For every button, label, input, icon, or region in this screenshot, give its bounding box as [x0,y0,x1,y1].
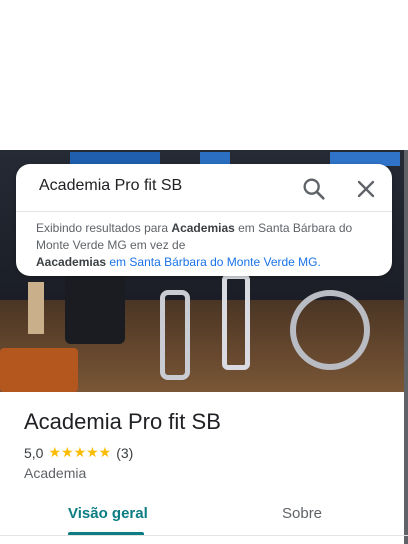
photo-weight-rack [65,274,125,344]
tab-overview[interactable]: Visão geral [68,505,148,522]
spelling-notice: Exibindo resultados para Academias em Sa… [36,220,376,271]
search-input[interactable]: Academia Pro fit SB [39,177,182,195]
place-category[interactable]: Academia [24,465,86,481]
photo-chair [0,348,78,392]
notice-term: Academias [171,221,235,235]
search-card: Academia Pro fit SB Exibindo resultados … [16,164,392,276]
search-bar: Academia Pro fit SB [16,164,392,212]
original-search-link[interactable]: Aacademias em Santa Bárbara do Monte Ver… [36,255,321,269]
place-title: Academia Pro fit SB [24,409,221,434]
photo-window [70,152,160,164]
photo-exercise-bike [222,274,250,370]
close-icon[interactable] [352,175,380,203]
photo-gym-machine [290,290,370,370]
review-count: (3) [116,444,134,461]
photo-exercise-bike [160,290,190,380]
rating-row[interactable]: 5,0 ★★★★★ (3) [24,444,133,461]
tab-bar: Visão geral Sobre [0,496,408,536]
notice-prefix: Exibindo resultados para [36,221,172,235]
active-tab-indicator [68,532,144,535]
photo-banner [28,282,44,334]
photo-window [200,152,230,164]
rating-value: 5,0 [24,444,44,461]
original-search-term: Aacademias [36,255,107,269]
tab-about[interactable]: Sobre [282,505,322,522]
search-icon[interactable] [300,175,328,203]
scroll-edge [404,150,408,544]
original-search-rest: em Santa Bárbara do Monte Verde MG. [106,255,321,269]
star-rating-icon: ★★★★★ [48,444,112,460]
